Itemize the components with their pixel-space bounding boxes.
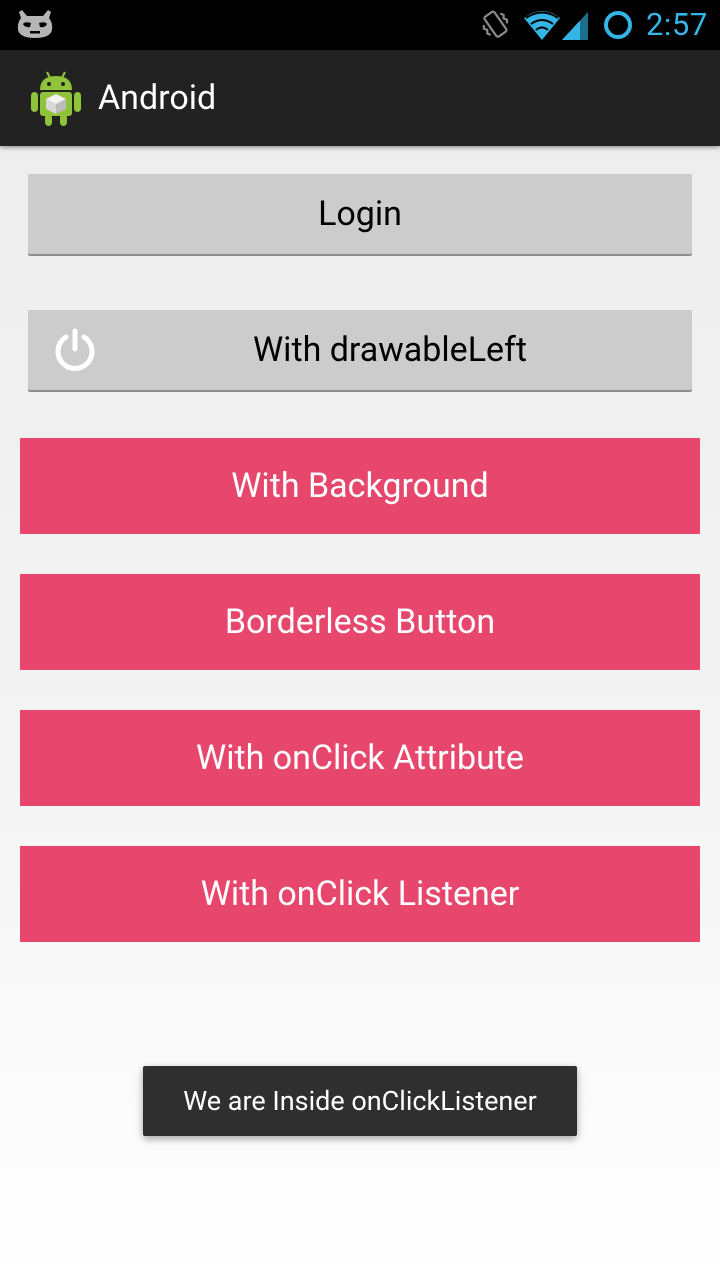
vibrate-icon (482, 10, 509, 38)
ring-icon (604, 11, 632, 39)
wifi-icon (524, 11, 560, 40)
onclick-attribute-button[interactable]: With onClick Attribute (20, 710, 700, 806)
app-title: Android (98, 78, 217, 118)
drawable-left-button[interactable]: With drawableLeft (28, 310, 692, 390)
signal-icon (562, 12, 588, 40)
toast-message: We are Inside onClickListener (143, 1066, 577, 1136)
cyanogenmod-icon (17, 10, 53, 38)
action-bar: Android (0, 50, 720, 146)
onclick-listener-button[interactable]: With onClick Listener (20, 846, 700, 942)
drawable-left-button-label: With drawableLeft (253, 330, 527, 370)
borderless-button[interactable]: Borderless Button (20, 574, 700, 670)
login-button[interactable]: Login (28, 174, 692, 254)
background-button[interactable]: With Background (20, 438, 700, 534)
status-bar: 2:57 (0, 0, 720, 50)
status-clock: 2:57 (646, 6, 708, 43)
android-robot-icon (31, 71, 81, 126)
